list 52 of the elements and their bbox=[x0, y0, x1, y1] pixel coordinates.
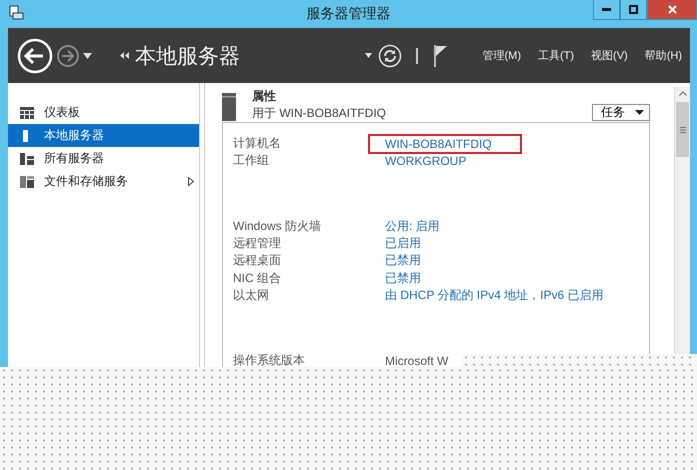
grid-icon bbox=[20, 106, 34, 118]
property-value: Microsoft W bbox=[385, 354, 448, 368]
section-title: 属性 bbox=[252, 88, 277, 105]
refresh-button[interactable] bbox=[378, 44, 402, 68]
toolbar-separator bbox=[416, 48, 418, 64]
property-label: 工作组 bbox=[233, 152, 270, 170]
property-label: NIC 组合 bbox=[233, 270, 282, 287]
close-icon bbox=[668, 5, 676, 14]
menu-item[interactable]: 工具(T) bbox=[538, 48, 574, 63]
property-link[interactable]: WIN-BOB8AITFDIQ bbox=[370, 136, 520, 152]
sidebar-item[interactable]: 本地服务器 bbox=[8, 124, 199, 147]
property-label: 计算机名 bbox=[233, 135, 282, 152]
property-label: 以太网 bbox=[233, 286, 270, 304]
maximize-icon bbox=[629, 5, 638, 14]
property-link[interactable]: 已启用 bbox=[385, 235, 421, 252]
property-label: 远程桌面 bbox=[233, 252, 282, 270]
sidebar-item[interactable]: 所有服务器 bbox=[8, 147, 199, 170]
caret-icon bbox=[635, 110, 644, 115]
scrollbar-thumb[interactable] bbox=[676, 102, 689, 157]
caret-icon[interactable] bbox=[364, 53, 372, 58]
property-link[interactable]: WORKGROUP bbox=[385, 154, 466, 168]
caret-icon[interactable] bbox=[83, 52, 92, 58]
breadcrumb-title: 本地服务器 bbox=[135, 44, 240, 70]
sidebar-item[interactable]: 仪表板 bbox=[8, 101, 199, 124]
storage-icon bbox=[20, 176, 34, 188]
property-link[interactable]: 公用: 启用 bbox=[385, 218, 440, 235]
property-link[interactable]: 由 DHCP 分配的 IPv4 地址，IPv6 已启用 bbox=[385, 286, 604, 304]
flag-icon[interactable] bbox=[434, 44, 448, 66]
property-label: 操作系统版本 bbox=[233, 352, 306, 370]
property-link[interactable]: 已禁用 bbox=[385, 252, 421, 270]
property-label: 远程管理 bbox=[233, 235, 282, 252]
menu-item[interactable]: 帮助(H) bbox=[644, 48, 682, 63]
scroll-up-icon[interactable] bbox=[678, 91, 686, 96]
grip-icon bbox=[680, 126, 686, 132]
property-link[interactable]: 已禁用 bbox=[385, 270, 421, 287]
server-icon bbox=[222, 93, 236, 121]
close-button[interactable] bbox=[647, 0, 697, 20]
tasks-dropdown[interactable]: 任务 bbox=[592, 104, 650, 121]
section-subtitle: 用于 WIN-BOB8AITFDIQ bbox=[252, 105, 386, 122]
expand-arrow-icon[interactable] bbox=[188, 177, 194, 186]
servers-icon bbox=[20, 152, 34, 164]
minimize-icon bbox=[602, 8, 611, 11]
sidebar-item[interactable]: 文件和存储服务 bbox=[8, 170, 199, 193]
app-icon bbox=[8, 5, 24, 21]
minimize-button[interactable] bbox=[593, 0, 620, 20]
property-label: Windows 防火墙 bbox=[233, 218, 322, 235]
menu-item[interactable]: 视图(V) bbox=[591, 48, 628, 63]
back-button[interactable] bbox=[17, 38, 53, 74]
window-title: 服务器管理器 bbox=[306, 5, 390, 23]
double-chevron-icon bbox=[120, 52, 129, 59]
menu-item[interactable]: 管理(M) bbox=[482, 48, 521, 63]
maximize-button[interactable] bbox=[620, 0, 647, 20]
